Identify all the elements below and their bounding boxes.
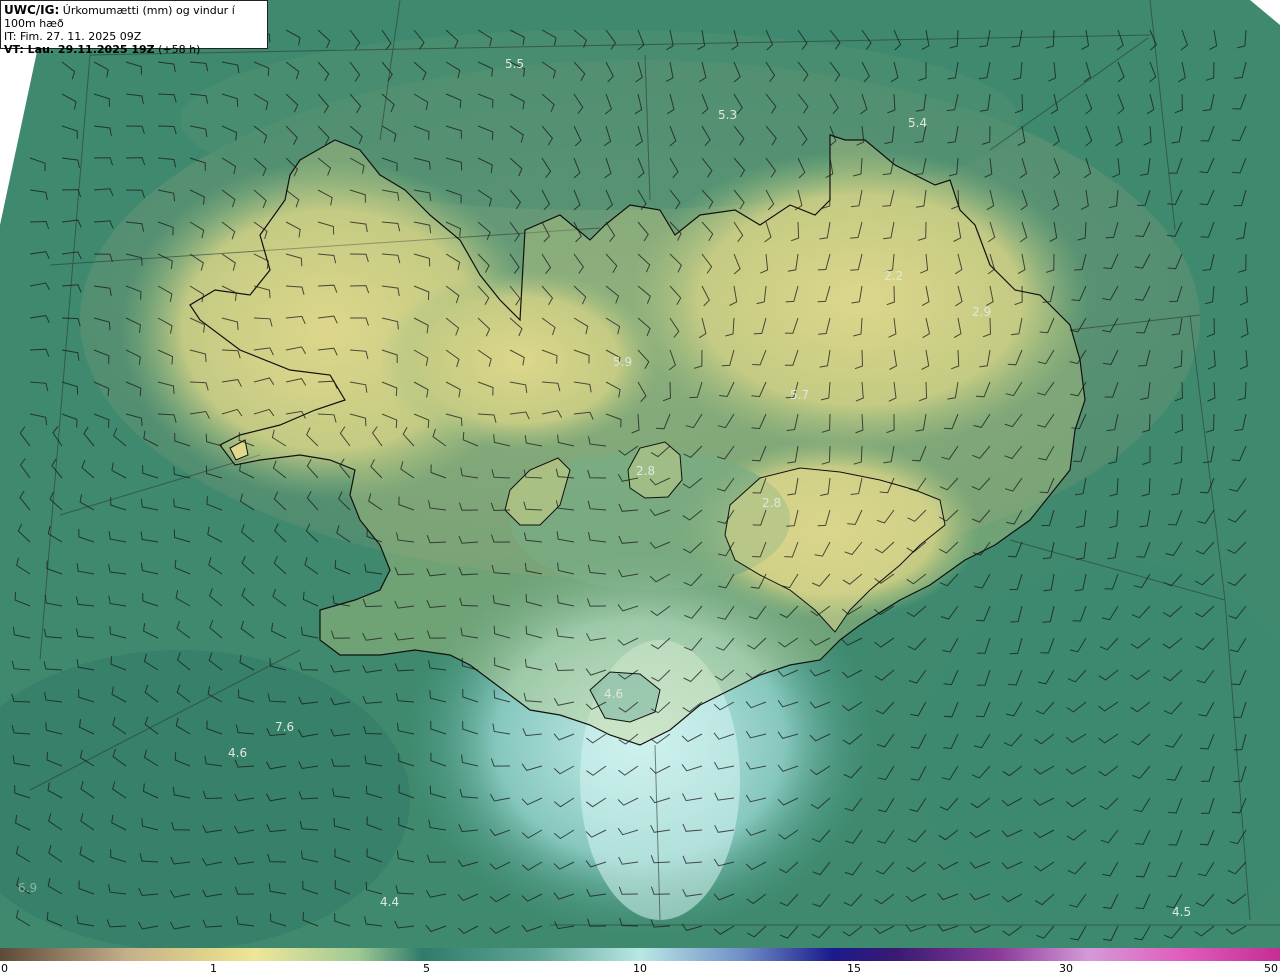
colorbar-tick-30: 30 [1059, 962, 1073, 975]
map-value-7: 5.7 [790, 388, 809, 402]
title-line: UWC/IG: Úrkomumætti (mm) og vindur í 100… [4, 3, 264, 31]
map-value-3: 5.4 [908, 116, 927, 130]
map-value-11: 7.6 [275, 720, 294, 734]
colorbar-tick-10: 10 [633, 962, 647, 975]
colorbar-tick-50: 50 [1264, 962, 1278, 975]
colorbar-tick-15: 15 [847, 962, 861, 975]
colorbar-tick-5: 5 [423, 962, 430, 975]
map-value-15: 6.9 [18, 881, 37, 895]
valid-time: VT: Lau. 29.11.2025 19Z [4, 43, 155, 56]
product-code: UWC/IG: [4, 3, 60, 17]
colorbar-tick-1: 1 [210, 962, 217, 975]
map-value-9: 2.8 [762, 496, 781, 510]
map-value-12: 4.6 [228, 746, 247, 760]
map-value-2: 5.3 [718, 108, 737, 122]
map-value-6: 5.9 [613, 355, 632, 369]
valid-time-line: VT: Lau. 29.11.2025 19Z (+58 h) [4, 43, 264, 56]
colorbar-tick-0: 0 [1, 962, 8, 975]
issue-time: IT: Fim. 27. 11. 2025 09Z [4, 30, 142, 43]
map-info-box: UWC/IG: Úrkomumætti (mm) og vindur í 100… [0, 0, 268, 56]
colorbar-ticks: 0 1 5 10 15 30 50 [0, 961, 1280, 978]
map-value-4: 2.2 [884, 269, 903, 283]
map-value-1: 5.5 [505, 57, 524, 71]
precipitation-colorbar [0, 948, 1280, 961]
map-value-5: 2.9 [972, 305, 991, 319]
map-value-10: 4.6 [604, 687, 623, 701]
precipitation-wind-map: 5.5 5.3 5.4 2.2 2.9 5.9 5.7 2.8 2.8 4.6 … [0, 0, 1280, 948]
map-value-8: 2.8 [636, 464, 655, 478]
map-value-13: 4.4 [380, 895, 399, 909]
forecast-offset: (+58 h) [158, 43, 201, 56]
map-value-14: 4.5 [1172, 905, 1191, 919]
